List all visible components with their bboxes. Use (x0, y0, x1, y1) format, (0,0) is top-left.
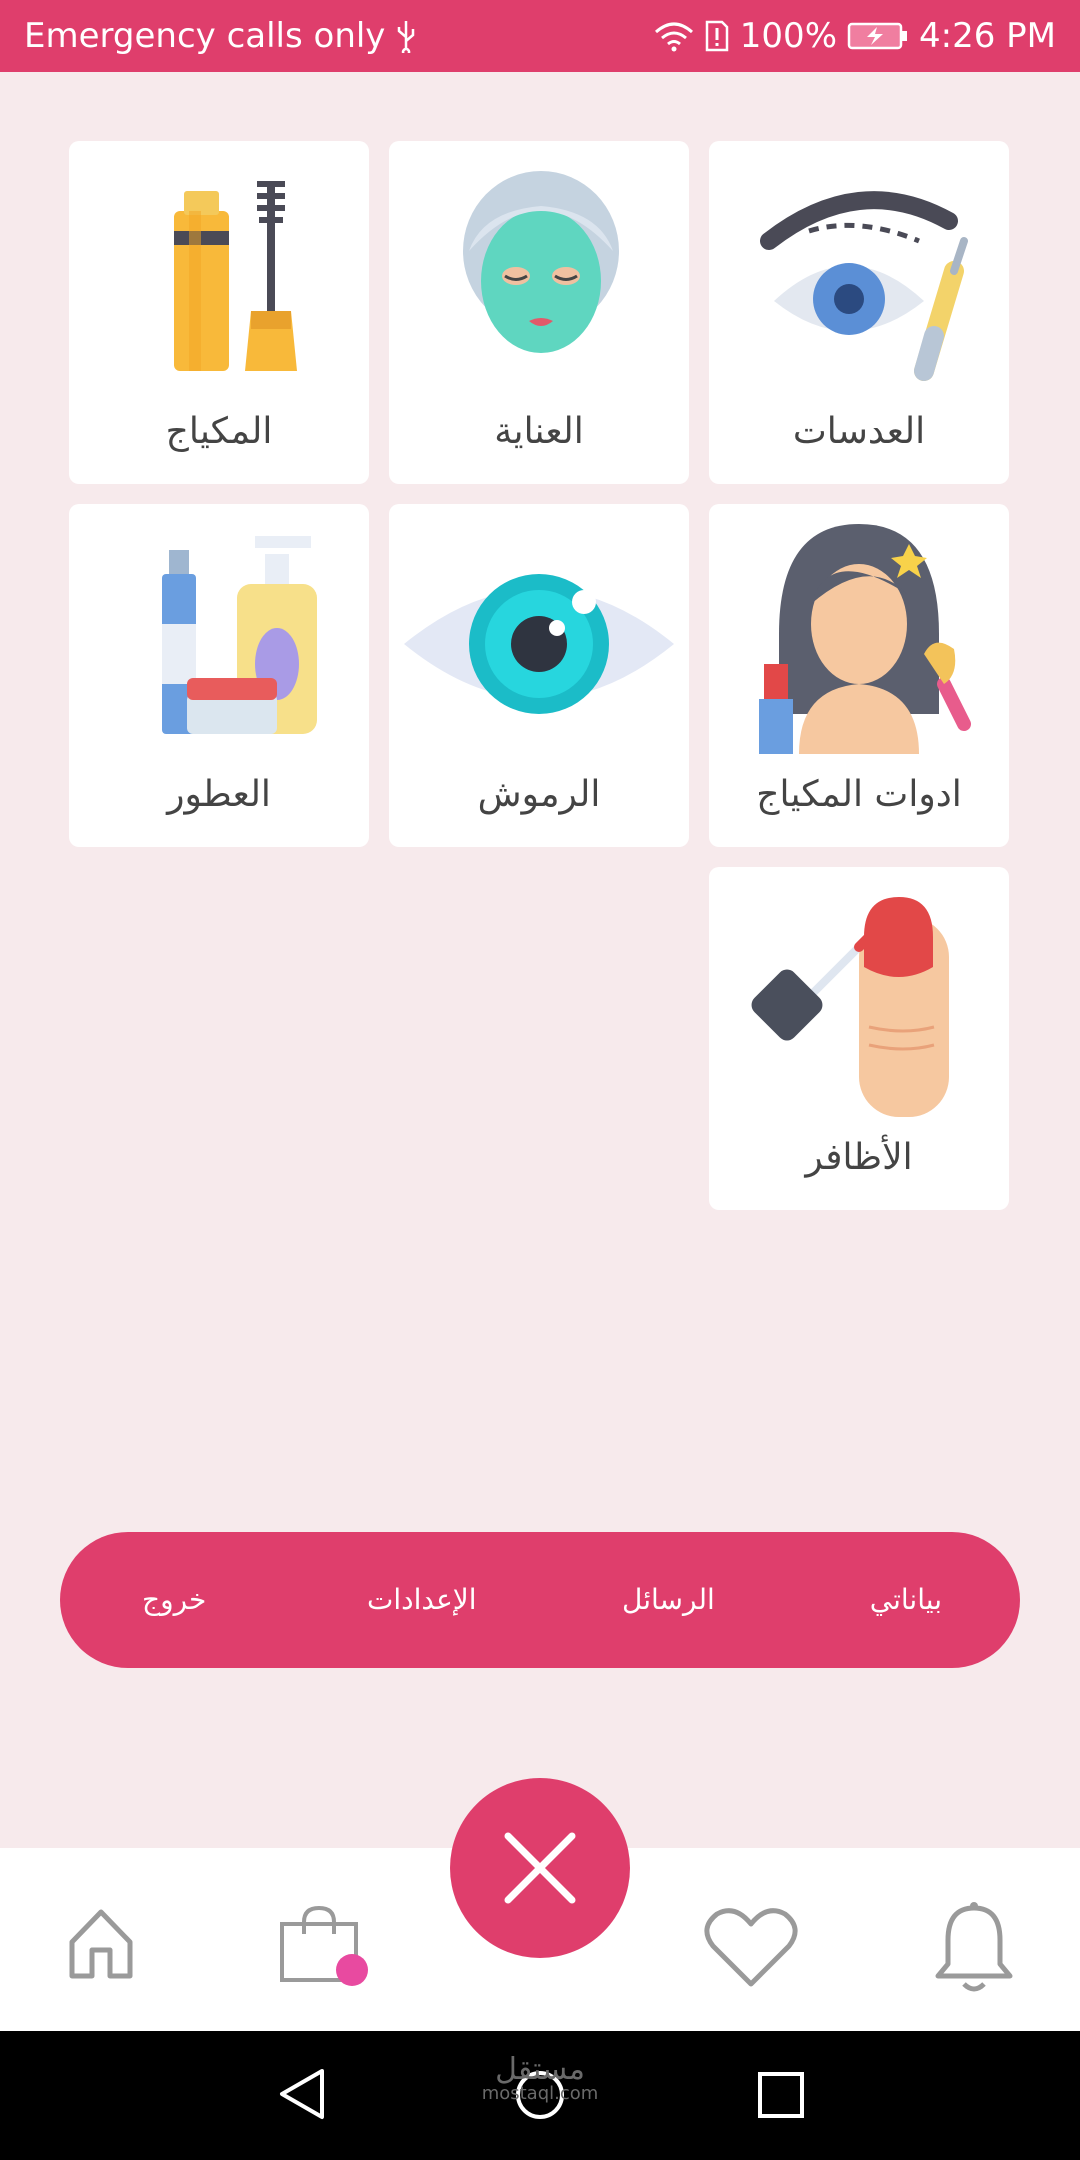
menu-item-messages[interactable]: الرسائل (622, 1532, 715, 1668)
category-label: ادوات المكياج (756, 774, 962, 815)
shopping-bag-icon[interactable] (278, 1904, 370, 1994)
face-mask-icon (399, 151, 679, 391)
makeup-tools-icon (719, 514, 999, 754)
category-card-lenses[interactable]: العدسات (709, 141, 1009, 484)
watermark-main: مستقل (495, 2052, 585, 2087)
usb-icon (395, 19, 417, 53)
nail-polish-icon (719, 877, 999, 1117)
makeup-icon (79, 151, 359, 391)
close-menu-button[interactable] (450, 1778, 630, 1958)
battery-percent: 100% (739, 16, 837, 56)
category-card-lashes[interactable]: الرموش (389, 504, 689, 847)
clock: 4:26 PM (919, 16, 1056, 56)
category-label: الأظافر (805, 1137, 913, 1178)
eye-icon (399, 514, 679, 754)
category-card-makeup-tools[interactable]: ادوات المكياج (709, 504, 1009, 847)
bell-icon[interactable] (934, 1900, 1014, 1998)
carrier-text: Emergency calls only (24, 16, 386, 56)
menu-item-logout[interactable]: خروج (142, 1532, 206, 1668)
side-menu: بياناتي الرسائل الإعدادات خروج (60, 1532, 1020, 1668)
menu-item-settings[interactable]: الإعدادات (367, 1532, 477, 1668)
watermark: مستقل mostaql.com (470, 2055, 610, 2103)
eye-lens-icon (719, 151, 999, 391)
category-card-nails[interactable]: الأظافر (709, 867, 1009, 1210)
category-label: العدسات (792, 411, 926, 452)
status-bar: Emergency calls only 100% 4:26 PM (0, 0, 1080, 72)
category-label: المكياج (165, 411, 273, 452)
perfume-icon (79, 514, 359, 754)
home-icon[interactable] (68, 1906, 134, 1984)
watermark-sub: mostaql.com (481, 2083, 599, 2104)
recents-icon[interactable] (757, 2071, 805, 2123)
category-label: العناية (494, 411, 584, 452)
category-label: الرموش (477, 774, 601, 815)
category-card-care[interactable]: العناية (389, 141, 689, 484)
category-label: العطور (167, 774, 271, 815)
sim-alert-icon (704, 19, 730, 53)
category-card-makeup[interactable]: المكياج (69, 141, 369, 484)
menu-item-my-data[interactable]: بياناتي (870, 1532, 942, 1668)
battery-icon (847, 21, 909, 51)
back-icon[interactable] (276, 2067, 326, 2125)
wifi-icon (654, 20, 694, 52)
category-card-perfumes[interactable]: العطور (69, 504, 369, 847)
heart-icon[interactable] (703, 1906, 799, 1994)
